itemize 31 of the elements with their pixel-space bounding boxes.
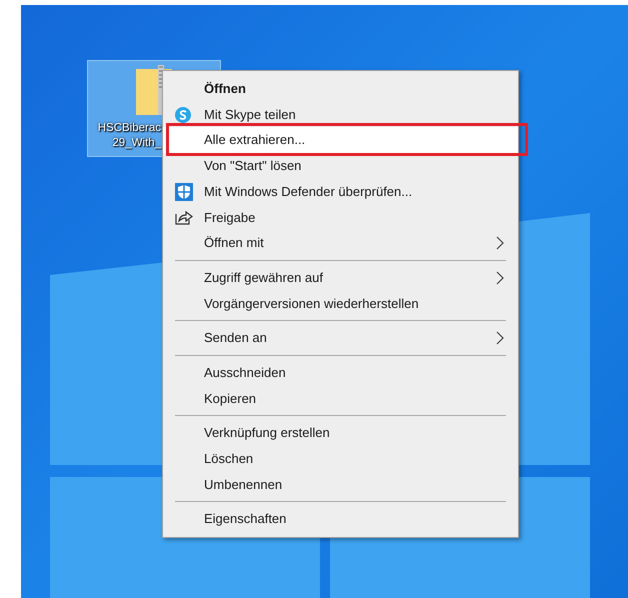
menu-item-label: Kopieren — [204, 390, 256, 408]
menu-item[interactable]: Mit Windows Defender überprüfen... — [163, 178, 518, 204]
menu-item[interactable]: Eigenschaften — [163, 506, 518, 532]
menu-item-label: Löschen — [204, 450, 254, 468]
menu-item[interactable]: Freigabe — [163, 204, 518, 230]
menu-item[interactable]: Senden an — [163, 325, 518, 351]
menu-item[interactable]: Kopieren — [163, 386, 518, 412]
menu-item-label: Verknüpfung erstellen — [204, 424, 330, 442]
menu-item-label: Freigabe — [204, 208, 256, 227]
menu-item[interactable]: Umbenennen — [163, 472, 518, 498]
menu-item-label: Eigenschaften — [204, 510, 286, 528]
shield-icon — [175, 182, 193, 201]
menu-item-label: Vorgängerversionen wiederherstellen — [204, 294, 419, 313]
menu-item[interactable]: Zugriff gewähren auf — [163, 264, 518, 290]
menu-item-label: Senden an — [204, 329, 267, 348]
share-icon — [175, 209, 193, 226]
file-name-label: 29_With_ — [112, 136, 161, 151]
menu-item-label: Ausschneiden — [204, 364, 286, 382]
menu-item-label: Von "Start" lösen — [204, 157, 302, 176]
menu-item-label: Umbenennen — [204, 476, 282, 494]
menu-item-label: Öffnen mit — [204, 234, 264, 252]
skype-icon — [175, 106, 191, 123]
menu-item[interactable]: Verknüpfung erstellen — [163, 420, 518, 446]
menu-item[interactable]: Ausschneiden — [163, 360, 518, 386]
menu-item-label: Zugriff gewähren auf — [204, 268, 323, 287]
menu-item[interactable]: Alle extrahieren... — [163, 127, 518, 154]
file-name-label: HSCBiberac — [98, 121, 161, 136]
menu-item[interactable]: Löschen — [163, 446, 518, 472]
menu-item[interactable]: Vorgängerversionen wiederherstellen — [163, 290, 518, 316]
menu-item-label: Mit Windows Defender überprüfen... — [204, 182, 412, 201]
menu-item[interactable]: Öffnen mit — [163, 230, 518, 256]
